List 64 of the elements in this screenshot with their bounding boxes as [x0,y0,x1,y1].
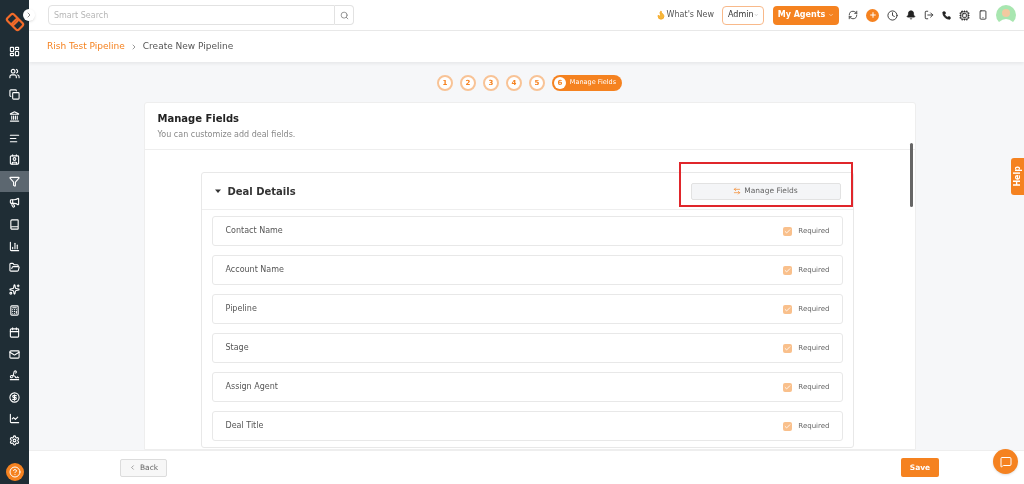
funnel-icon [9,175,20,187]
field-name: Contact Name [225,225,284,237]
field-name: Assign Agent [225,381,279,393]
search-field[interactable]: Smart Search [48,5,335,25]
card-title: Manage Fields [157,112,241,126]
required-checkbox[interactable] [783,226,793,236]
phone-device-icon[interactable] [978,10,988,20]
add-button[interactable] [866,8,879,22]
dashboard-icon [9,46,20,58]
required-checkbox[interactable] [783,265,793,275]
caret-icon [753,12,758,18]
plus-icon [868,11,877,19]
dollar-icon [9,391,20,403]
phone-icon[interactable] [942,10,951,20]
sparkles-icon [9,283,20,295]
copy-icon [9,89,20,101]
book-icon [9,219,20,231]
settings-icon [9,435,20,446]
logout-icon[interactable] [924,10,934,20]
breadcrumb-link[interactable]: Rish Test Pipeline [47,39,125,54]
chevron-icon [128,464,136,471]
sidebar-item[interactable] [0,170,29,193]
search-icon [339,10,349,20]
field-name: Pipeline [225,303,258,315]
contact-icon [9,154,20,166]
required-checkbox[interactable] [783,382,793,392]
field-name: Deal Title [225,420,265,432]
whats-new-link[interactable]: What's New [666,9,714,21]
chip-icon[interactable] [959,9,970,21]
calculator-icon [9,305,20,317]
refresh-icon[interactable] [848,10,858,20]
clock-icon[interactable] [887,9,898,21]
required-checkbox[interactable] [783,421,793,431]
help-button[interactable] [5,463,24,482]
section-title: Deal Details [227,184,296,199]
bank-icon [9,111,20,123]
swap-icon [733,187,742,195]
breadcrumb-current: Create New Pipeline [142,39,234,53]
chevron-icon [25,11,33,19]
calendar-icon [9,327,20,338]
list-icon [9,132,20,144]
agents-button[interactable]: My Agents [773,5,839,25]
field-name: Account Name [225,264,285,276]
logo-icon [4,12,25,32]
folder-icon [9,262,20,274]
megaphone-icon [9,197,20,209]
scrollbar [909,143,913,207]
caret-icon [828,12,835,18]
mail-icon [9,348,20,360]
line-chart-icon [9,413,20,425]
users-icon [9,67,20,79]
signature-icon [9,370,20,382]
field-name: Stage [225,342,250,354]
help-icon [8,466,21,479]
bell-icon[interactable] [906,10,916,20]
card-subtitle: You can customize add deal fields. [157,129,297,141]
collapse-caret-icon[interactable] [214,188,221,194]
help-tab[interactable]: Help [1011,158,1024,195]
flame-icon [655,10,666,20]
required-checkbox[interactable] [783,304,793,314]
required-checkbox[interactable] [783,343,793,353]
role-dropdown[interactable]: Admin [722,5,764,25]
bar-chart-icon [9,240,20,252]
chat-icon [999,455,1012,468]
